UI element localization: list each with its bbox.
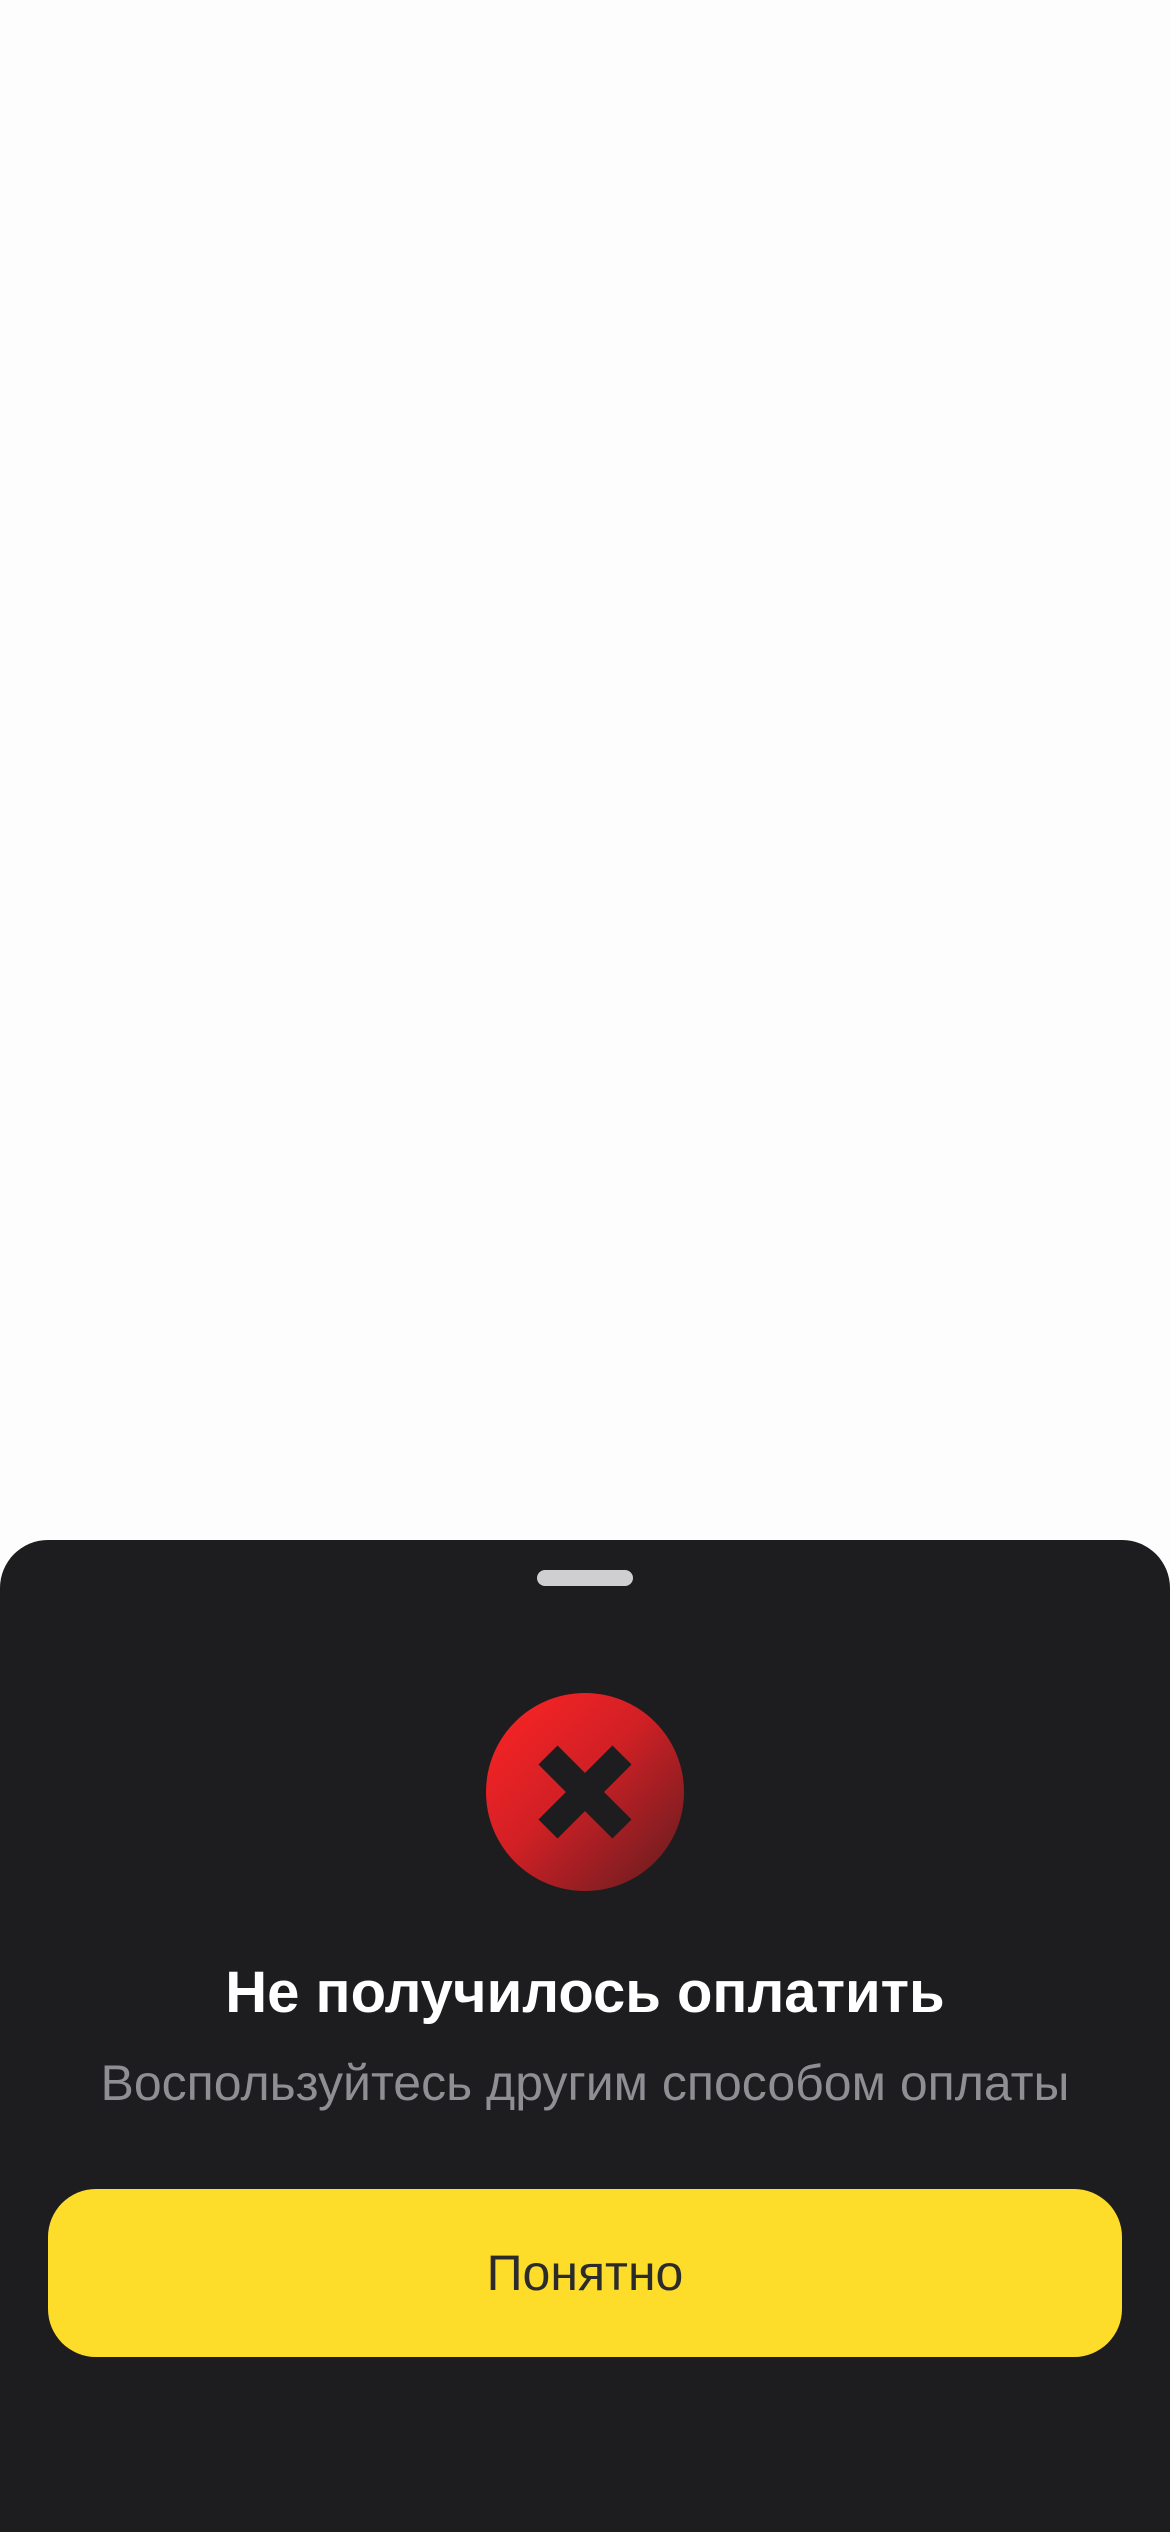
payment-error-sheet: Не получилось оплатить Воспользуйтесь др…	[0, 1540, 1170, 2532]
error-subtitle: Воспользуйтесь другим способом оплаты	[100, 2055, 1070, 2111]
error-title: Не получилось оплатить	[225, 1960, 945, 2025]
dimmed-background[interactable]	[0, 0, 1170, 1540]
sheet-grabber-handle[interactable]	[537, 1570, 633, 1586]
understood-button[interactable]: Понятно	[48, 2189, 1122, 2357]
error-x-circle-icon	[486, 1693, 684, 1891]
